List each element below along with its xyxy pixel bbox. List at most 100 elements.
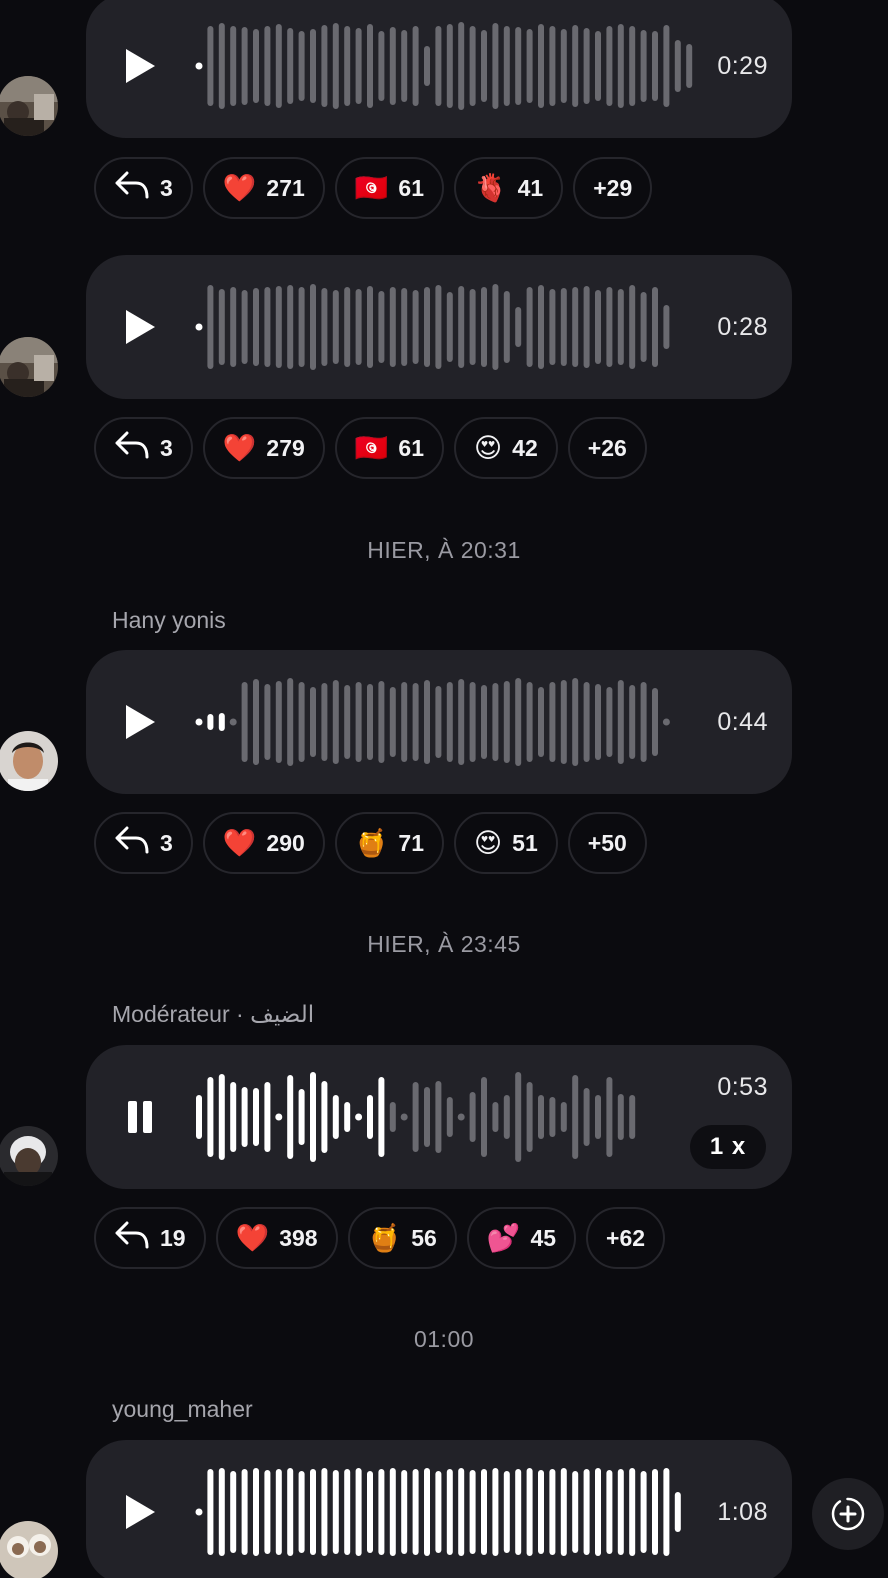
waveform-bar [424,680,430,764]
waveform-bar [686,44,693,88]
reaction-heart-eyes[interactable]: 😍 42 [454,417,558,479]
waveform[interactable] [194,255,754,399]
waveform-bar [583,286,590,368]
waveform-dot [195,323,203,331]
reaction-tunisia-flag[interactable]: 🇹🇳 61 [334,157,445,219]
reply-count-button[interactable]: 3 [94,417,193,479]
more-reactions-button[interactable]: +62 [586,1207,666,1269]
more-reactions-button[interactable]: +29 [573,157,653,219]
waveform-bar [617,289,624,365]
waveform-bar [481,1077,487,1157]
reaction-count: 71 [398,829,425,856]
play-icon[interactable] [122,307,158,347]
waveform-dot [662,718,670,726]
reactions-row: 19 ❤️ 398 🍯 56 💕 45 +62 [94,1207,666,1269]
waveform-bar [606,287,613,367]
reaction-honey-pot[interactable]: 🍯 71 [334,812,445,874]
waveform-bar [424,287,430,367]
reaction-honey-pot[interactable]: 🍯 56 [347,1207,457,1269]
add-circle-button[interactable] [812,1478,884,1550]
waveform-bar [298,682,305,762]
waveform-bar [424,46,430,86]
reply-count-button[interactable]: 3 [94,812,193,874]
waveform-bar [629,1095,636,1139]
waveform-bar [218,289,225,365]
reaction-count: 61 [398,434,425,461]
waveform-bar [629,26,636,106]
waveform-dot [195,62,203,70]
reply-arrow-icon [114,825,150,861]
heart-icon: ❤️ [222,827,257,858]
reaction-heart[interactable]: ❤️ 398 [215,1207,338,1269]
reaction-heart[interactable]: ❤️ 271 [202,157,325,219]
waveform-bar [332,290,339,364]
waveform-bar [344,1469,351,1555]
waveform-bar [355,28,362,104]
play-icon[interactable] [122,1492,158,1532]
waveform-bar [241,290,248,364]
play-icon[interactable] [122,702,158,742]
tunisia-flag-icon: 🇹🇳 [354,432,389,463]
heart-icon: ❤️ [222,172,257,203]
waveform-bar [446,1097,453,1137]
reply-arrow-icon [114,170,150,206]
avatar[interactable] [0,1126,58,1186]
waveform-bar [503,26,510,106]
waveform[interactable] [194,650,754,794]
waveform-bar [287,678,294,766]
waveform-bar [458,22,465,110]
waveform-bar [218,23,225,109]
waveform-bar [344,26,351,106]
sender-name[interactable]: Hany yonis [112,607,226,634]
waveform-bar [241,1087,248,1147]
waveform-bar [663,1468,670,1556]
play-icon[interactable] [122,46,158,86]
avatar[interactable] [0,337,58,397]
avatar[interactable] [0,731,58,791]
reply-count-button[interactable]: 3 [94,157,193,219]
waveform[interactable] [194,1045,754,1189]
add-circle-icon [831,1497,865,1531]
waveform-bar [515,27,522,105]
sender-name[interactable]: Modérateur · الضيف [112,1001,314,1028]
waveform-bar [481,685,487,759]
duration-label: 1:08 [717,1498,768,1526]
avatar[interactable] [0,76,58,136]
pause-icon[interactable] [122,1097,158,1137]
reaction-tunisia-flag[interactable]: 🇹🇳 61 [334,417,445,479]
waveform-bar [264,1470,271,1554]
avatar[interactable] [0,1521,58,1578]
waveform-bar [503,1471,510,1553]
waveform-bar [492,683,499,761]
waveform-bar [595,684,601,760]
more-reactions-button[interactable]: +50 [567,812,647,874]
waveform-bar [401,1470,408,1554]
waveform-bar [401,682,408,762]
waveform-dot [355,1113,363,1121]
waveform-bar [230,26,237,106]
waveform-bar [287,28,294,104]
tunisia-flag-icon: 🇹🇳 [354,172,389,203]
waveform-bar [538,1095,544,1139]
waveform-bar [652,31,658,101]
playback-speed-button[interactable]: 1 x [690,1125,766,1169]
waveform-bar [606,1470,613,1554]
sender-name[interactable]: young_maher [112,1396,253,1423]
waveform-bar [446,682,453,762]
waveform-bar [469,1092,476,1142]
waveform-bar [207,1077,214,1157]
reaction-two-hearts[interactable]: 💕 45 [466,1207,577,1269]
reaction-anatomical-heart[interactable]: 🫀 41 [454,157,564,219]
reaction-heart[interactable]: ❤️ 290 [202,812,325,874]
more-reactions-button[interactable]: +26 [567,417,647,479]
reply-count-button[interactable]: 19 [94,1207,206,1269]
waveform[interactable] [194,1440,754,1578]
reaction-heart-eyes[interactable]: 😍 51 [454,812,558,874]
reaction-heart[interactable]: ❤️ 279 [202,417,325,479]
waveform-bar [424,1468,430,1556]
waveform-bar [572,678,579,766]
waveform-bar [595,31,601,101]
waveform[interactable] [194,0,754,138]
voice-message-bubble: 0:29 [86,0,792,138]
duration-label: 0:44 [717,708,768,736]
